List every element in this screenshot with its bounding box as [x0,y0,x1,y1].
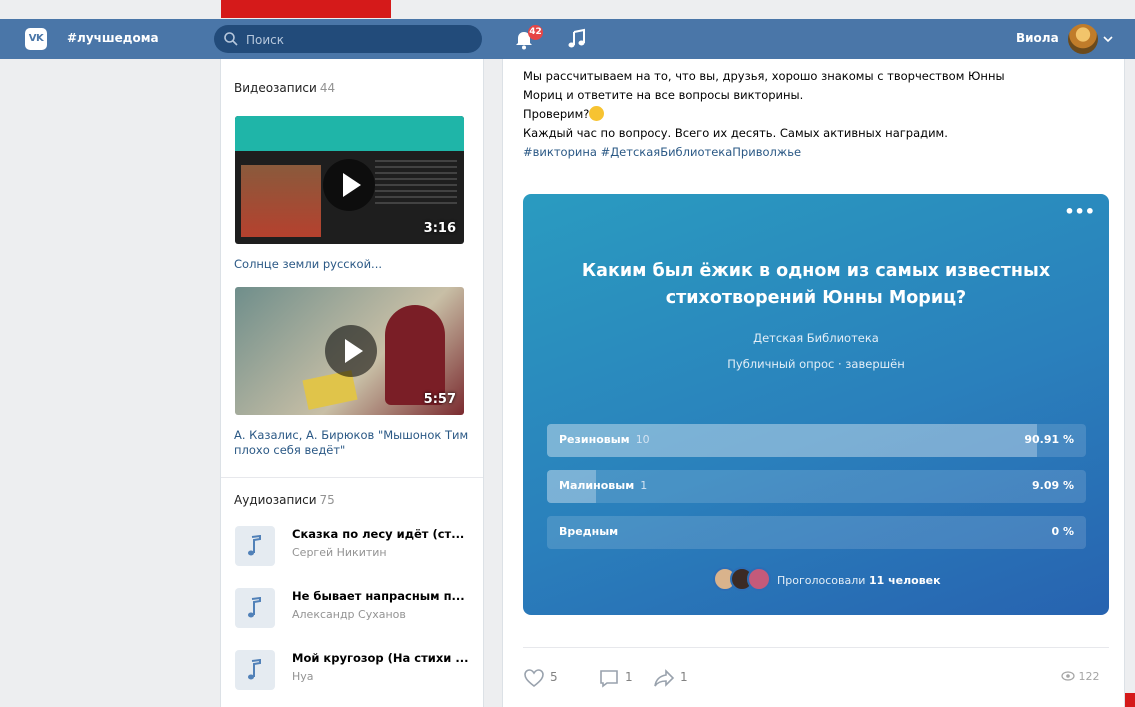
search-input[interactable] [244,25,468,55]
poll-option-text: Малиновым [559,479,635,492]
voters-count: 11 человек [868,574,941,587]
audio-title: Аудиозаписи [234,493,317,507]
audio-item[interactable]: Не бывает напрасным п... Александр Сухан… [235,584,475,630]
videos-count: 44 [319,81,336,95]
views-count: 122 [1078,670,1100,683]
post-text-line: Каждый час по вопросу. Всего их десять. … [523,126,948,140]
more-options-icon[interactable]: ••• [1064,202,1095,221]
poll-option-percent: 0 % [1051,525,1074,538]
red-marker-bar [221,0,391,18]
audio-title[interactable]: Мой кругозор (На стихи ... [292,651,477,665]
brand-hashtag[interactable]: #лучшедома [67,31,159,45]
voters-label: Проголосовали [777,574,866,587]
comment-icon [600,670,618,688]
poll-option[interactable]: Малиновым 1 9.09 % [547,470,1086,503]
user-avatar[interactable] [1068,24,1098,54]
poll-card: ••• Каким был ёжик в одном из самых изве… [523,194,1109,615]
videos-title: Видеозаписи [234,81,317,95]
vk-logo[interactable]: VK [25,28,47,50]
smiley-emoji-icon [589,106,605,121]
post-text-line: Проверим? [523,105,1113,124]
audio-count: 75 [319,493,335,507]
play-icon[interactable] [325,325,377,377]
poll-author[interactable]: Детская Библиотека [523,331,1109,345]
poll-question: Каким был ёжик в одном из самых известны… [581,261,1051,308]
search-box[interactable] [214,25,482,55]
hashtag-links[interactable]: #викторина #ДетскаяБиблиотекаПриволжье [523,143,1113,162]
voter-avatar[interactable] [747,567,771,591]
audio-section-title[interactable]: Аудиозаписи 75 [234,493,335,507]
post-text-line: Мы рассчитываем на то, что вы, друзья, х… [523,69,1005,83]
post-card: Мы рассчитываем на то, что вы, друзья, х… [502,59,1125,707]
likes-count: 5 [550,670,558,684]
poll-option-label: Резиновым 10 [559,433,650,446]
audio-artist[interactable]: Нуа [292,670,477,683]
heart-icon [524,669,544,688]
music-icon[interactable] [567,28,587,50]
audio-item[interactable]: Сказка по лесу идёт (ст... Сергей Никити… [235,522,475,568]
poll-option-text: Вредным [559,525,619,538]
video-title[interactable]: Солнце земли русской... [234,257,469,272]
video-text-image [375,160,457,206]
poll-option-label: Малиновым 1 [559,479,647,492]
poll-option-percent: 9.09 % [1032,479,1074,492]
video-duration: 5:57 [423,392,456,407]
music-note-icon[interactable] [235,650,275,690]
side-column: Видеозаписи 44 3:16 Солнце земли русской.… [220,59,484,707]
top-header: VK #лучшедома 42 Виола [0,19,1135,59]
play-icon[interactable] [323,159,375,211]
share-icon [654,669,675,687]
voters-summary[interactable]: Проголосовали 11 человек [777,574,941,587]
poll-option[interactable]: Резиновым 10 90.91 % [547,424,1086,457]
eye-icon [1061,671,1075,681]
poll-option-count: 1 [640,479,648,492]
audio-title[interactable]: Сказка по лесу идёт (ст... [292,527,477,541]
divider [523,647,1109,648]
post-text-line: Мориц и ответите на все вопросы викторин… [523,88,804,102]
comments-count: 1 [625,670,633,684]
poll-option[interactable]: Вредным 0 % [547,516,1086,549]
poll-option-count: 10 [635,433,650,446]
post-text: Мы рассчитываем на то, что вы, друзья, х… [523,67,1113,162]
audio-artist[interactable]: Сергей Никитин [292,546,477,559]
video-duration: 3:16 [423,221,456,236]
videos-section-title[interactable]: Видеозаписи 44 [234,81,335,95]
poll-option-text: Резиновым [559,433,630,446]
audio-title[interactable]: Не бывает напрасным п... [292,589,477,603]
audio-artist[interactable]: Александр Суханов [292,608,477,621]
video-title[interactable]: А. Казалис, А. Бирюков "Мышонок Тим плох… [234,428,469,458]
video-banner [235,116,464,151]
views-counter: 122 [1061,670,1100,683]
poll-option-label: Вредным [559,525,624,538]
video-thumbnail[interactable]: 3:16 [235,116,464,244]
video-thumbnail[interactable]: 5:57 [235,287,464,415]
poll-status: Публичный опрос · завершён [727,357,905,371]
user-name[interactable]: Виола [1016,31,1059,45]
divider [221,477,483,478]
search-icon [224,32,238,46]
video-person-image [385,305,445,405]
music-note-icon[interactable] [235,588,275,628]
notifications-badge: 42 [528,25,543,40]
poll-option-percent: 90.91 % [1024,433,1074,446]
chevron-down-icon[interactable] [1103,35,1113,43]
music-note-icon[interactable] [235,526,275,566]
audio-item[interactable]: Мой кругозор (На стихи ... Нуа [235,646,475,692]
post-text-question: Проверим? [523,107,590,121]
shares-count: 1 [680,670,688,684]
video-person-image [241,165,321,237]
